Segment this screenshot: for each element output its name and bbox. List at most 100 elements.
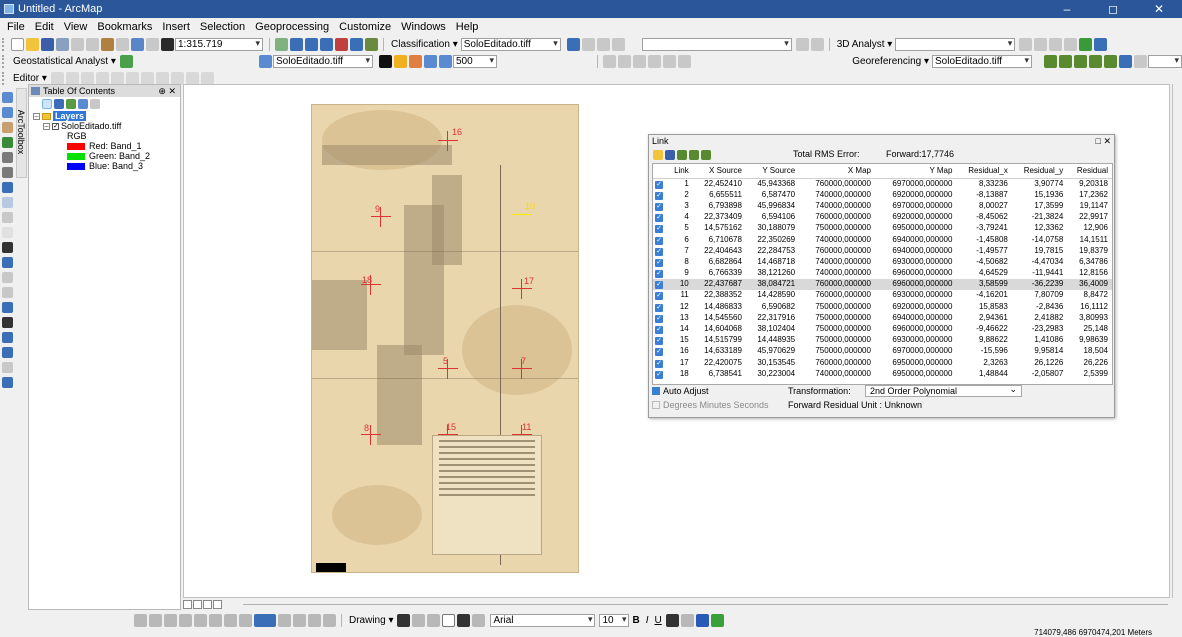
print-icon[interactable] (56, 38, 69, 51)
data-view-tab[interactable] (183, 600, 192, 609)
arcglobe-icon[interactable] (1094, 38, 1108, 51)
table-cell[interactable]: 6970000,000000 (875, 346, 956, 357)
table-cell[interactable]: -15,596 (956, 346, 1011, 357)
zoom-value-combo[interactable]: 500 (453, 55, 497, 68)
table-cell[interactable]: 16 (669, 346, 693, 357)
link-enabled-checkbox[interactable]: ✓ (655, 281, 663, 290)
link-enabled-checkbox[interactable]: ✓ (655, 348, 663, 357)
zoom-100-icon[interactable] (194, 614, 207, 627)
table-cell[interactable]: 10 (669, 278, 693, 290)
table-cell[interactable]: 19,1147 (1067, 200, 1112, 211)
table-cell[interactable]: 6 (669, 234, 693, 245)
menu-geoprocessing[interactable]: Geoprocessing (250, 18, 334, 36)
image-analysis-layer-combo[interactable]: SoloEditado.tiff (273, 55, 373, 68)
menu-selection[interactable]: Selection (195, 18, 250, 36)
table-cell[interactable]: 14,486833 (693, 301, 746, 312)
table-cell[interactable]: 750000,000000 (799, 335, 875, 346)
table-cell[interactable]: 38,084721 (745, 278, 800, 290)
open-folder-icon[interactable] (26, 38, 39, 51)
table-cell[interactable]: 8,33236 (956, 178, 1011, 189)
table-cell[interactable]: 760000,000000 (799, 245, 875, 256)
table-cell[interactable]: 2,3263 (956, 357, 1011, 368)
toc-options-icon[interactable] (90, 99, 100, 109)
table-cell[interactable]: 6950000,000000 (875, 368, 956, 379)
table-cell[interactable]: 26,226 (1067, 357, 1112, 368)
table-row[interactable]: ✓ 3 6,793898 45,996834 740000,000000 6970000,… (653, 200, 1112, 211)
table-cell[interactable]: 750000,000000 (799, 301, 875, 312)
list-by-source-icon[interactable] (54, 99, 64, 109)
table-row[interactable]: ✓ 18 6,738541 30,223004 740000,000000 6950000… (653, 368, 1112, 379)
table-cell[interactable]: -3,79241 (956, 223, 1011, 234)
table-cell[interactable]: 9,88622 (956, 335, 1011, 346)
list-by-selection-icon[interactable] (78, 99, 88, 109)
table-cell[interactable]: 2 (669, 189, 693, 200)
cut-icon[interactable] (71, 38, 84, 51)
table-row[interactable]: ✓ 2 6,655511 6,587470 740000,000000 6920000,0… (653, 189, 1112, 200)
table-cell[interactable]: 13 (669, 312, 693, 323)
auto-adjust-checkbox[interactable]: Auto Adjust (652, 386, 709, 396)
copy-icon[interactable] (86, 38, 99, 51)
table-cell[interactable]: 22,404643 (693, 245, 746, 256)
table-cell[interactable]: 9,98639 (1067, 335, 1112, 346)
marker-color-icon[interactable] (710, 614, 724, 627)
column-header[interactable]: Residual_y (1011, 164, 1068, 179)
redo-icon[interactable] (146, 38, 159, 51)
viewer-icon[interactable] (1134, 55, 1147, 68)
table-row[interactable]: ✓ 8 6,682864 14,468718 740000,000000 6930000,… (653, 256, 1112, 267)
control-point-marker[interactable] (371, 207, 391, 227)
table-cell[interactable]: 750000,000000 (799, 346, 875, 357)
table-cell[interactable]: 26,1226 (1012, 357, 1067, 368)
column-header[interactable]: X Map (799, 164, 875, 179)
scale-icon[interactable] (1074, 55, 1087, 68)
classification-options-combo[interactable] (641, 38, 792, 51)
table-cell[interactable]: 9,20318 (1067, 178, 1112, 189)
table-cell[interactable]: 2,94361 (956, 312, 1011, 323)
3d-analyst-menu[interactable]: 3D Analyst ▾ (834, 39, 896, 50)
brightness-icon[interactable] (394, 55, 407, 68)
link-enabled-checkbox[interactable]: ✓ (655, 180, 663, 189)
identify-icon[interactable] (2, 257, 13, 268)
table-row[interactable]: ✓ 11 22,388352 14,428590 760000,000000 693000… (653, 290, 1112, 301)
table-cell[interactable]: 2,5399 (1067, 368, 1112, 379)
table-cell[interactable]: 6,594106 (746, 212, 799, 223)
table-cell[interactable]: 14,1511 (1067, 234, 1112, 245)
html-popup-icon[interactable] (2, 287, 13, 298)
undo-icon[interactable] (131, 38, 144, 51)
table-cell[interactable]: 45,943368 (746, 178, 799, 189)
layout-view-tab[interactable] (193, 600, 202, 609)
table-row[interactable]: ✓ 16 14,633189 45,970629 750000,000000 697000… (653, 346, 1112, 357)
arcscene-icon[interactable] (1079, 38, 1093, 51)
table-cell[interactable]: 760000,000000 (799, 357, 875, 368)
table-cell[interactable]: 6960000,000000 (875, 268, 956, 279)
maximize-button[interactable]: ◻ (1090, 0, 1136, 18)
table-cell[interactable]: 6950000,000000 (875, 357, 956, 368)
table-cell[interactable]: 740000,000000 (799, 234, 875, 245)
column-header[interactable]: Link (669, 164, 693, 179)
table-cell[interactable]: 14,448935 (746, 335, 799, 346)
table-cell[interactable]: 740000,000000 (799, 268, 875, 279)
table-row[interactable]: ✓ 6 6,710678 22,350269 740000,000000 6940000,… (653, 234, 1112, 245)
table-cell[interactable]: 6960000,000000 (874, 278, 957, 290)
rotate-icon[interactable] (1044, 55, 1057, 68)
table-cell[interactable]: -23,2983 (1012, 323, 1067, 334)
delete-icon[interactable] (116, 38, 129, 51)
table-cell[interactable]: -4,16201 (956, 290, 1011, 301)
close-button[interactable]: ✕ (1136, 0, 1182, 18)
map-scale-combo[interactable]: 1:315.719 (175, 38, 263, 51)
menu-edit[interactable]: Edit (30, 18, 59, 36)
table-cell[interactable]: 7 (669, 245, 693, 256)
table-cell[interactable]: 36,4009 (1067, 278, 1112, 290)
table-cell[interactable]: 4 (669, 212, 693, 223)
table-cell[interactable]: 38,121260 (746, 268, 799, 279)
menu-insert[interactable]: Insert (157, 18, 195, 36)
back-extent-icon[interactable] (2, 182, 13, 193)
table-cell[interactable]: 14,515799 (693, 335, 746, 346)
rotate-element-icon[interactable] (412, 614, 426, 627)
table-cell[interactable]: 6920000,000000 (875, 301, 956, 312)
table-cell[interactable]: 19,7815 (1012, 245, 1067, 256)
table-row[interactable]: ✓ 12 14,486833 6,590682 750000,000000 6920000… (653, 301, 1112, 312)
table-row[interactable]: ✓ 7 22,404643 22,284753 760000,000000 6940000… (653, 245, 1112, 256)
column-header[interactable]: Residual (1067, 164, 1112, 179)
table-cell[interactable]: 6,587470 (746, 189, 799, 200)
find-icon[interactable] (2, 317, 13, 328)
